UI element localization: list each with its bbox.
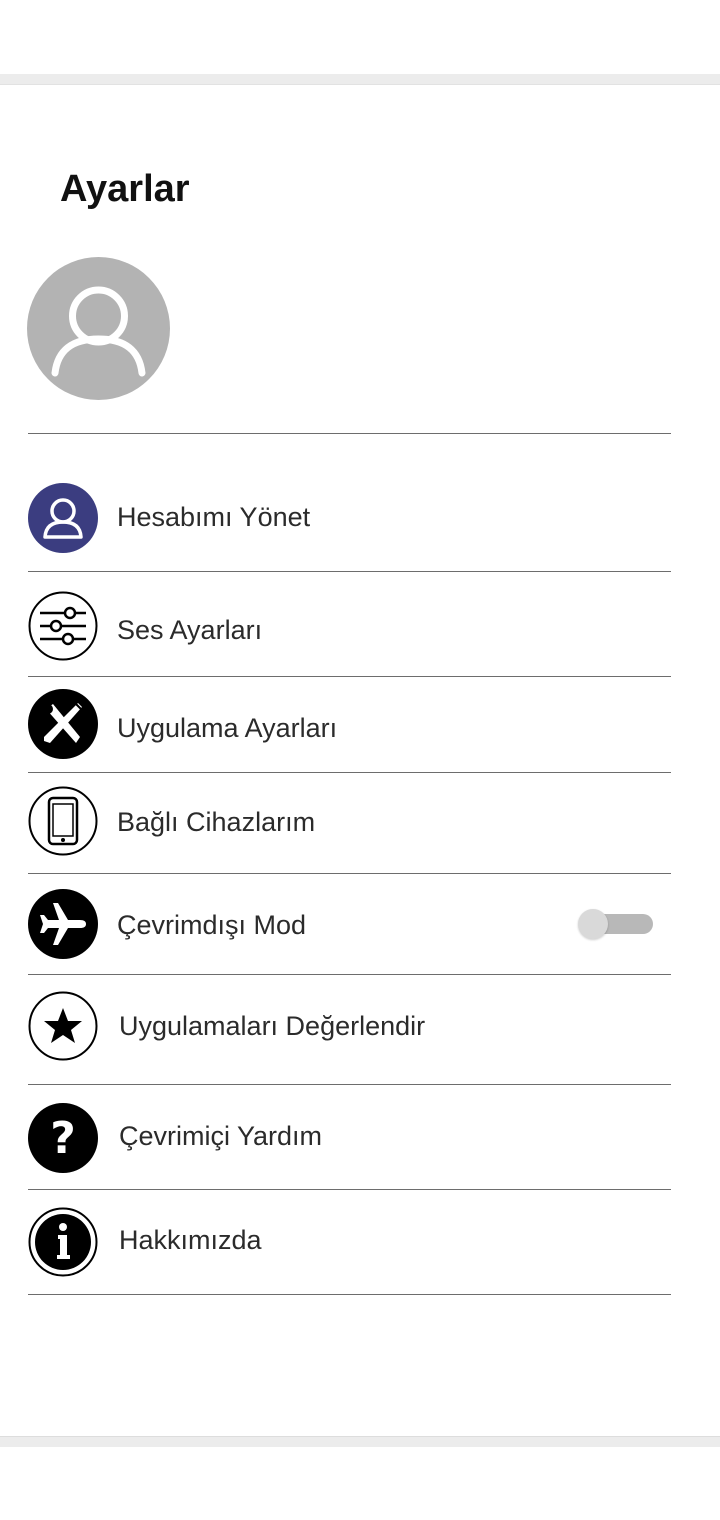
menu-item-rate-apps[interactable]: Uygulamaları Değerlendir xyxy=(28,991,671,1061)
menu-divider xyxy=(28,676,671,677)
svg-text:?: ? xyxy=(50,1113,76,1164)
menu-item-label: Uygulama Ayarları xyxy=(117,713,338,743)
airplane-icon xyxy=(28,889,98,959)
star-icon xyxy=(28,991,98,1061)
menu-item-label: Uygulamaları Değerlendir xyxy=(119,1011,426,1041)
status-area xyxy=(0,0,720,74)
menu-divider xyxy=(28,571,671,572)
menu-item-about[interactable]: Hakkımızda xyxy=(28,1207,671,1277)
menu-item-label: Hesabımı Yönet xyxy=(117,502,311,532)
user-icon xyxy=(28,483,98,553)
phone-icon xyxy=(28,786,98,856)
question-icon: ? xyxy=(28,1103,98,1173)
profile-avatar[interactable] xyxy=(27,257,170,400)
menu-item-connected-devices[interactable]: Bağlı Cihazlarım xyxy=(28,786,671,856)
page-title: Ayarlar xyxy=(60,168,190,210)
toggle-knob xyxy=(578,909,608,939)
tools-icon xyxy=(28,689,98,759)
menu-item-label: Ses Ayarları xyxy=(117,615,263,645)
menu-divider xyxy=(28,1294,671,1295)
menu-divider xyxy=(28,873,671,874)
user-avatar-icon xyxy=(51,286,146,377)
menu-divider xyxy=(28,974,671,975)
profile-divider xyxy=(28,433,671,434)
bottom-separator xyxy=(0,1436,720,1447)
menu-item-label: Çevrimiçi Yardım xyxy=(119,1121,323,1151)
menu-divider xyxy=(28,1084,671,1085)
offline-mode-toggle[interactable] xyxy=(578,909,653,939)
sliders-icon xyxy=(28,591,98,661)
info-icon xyxy=(28,1207,98,1277)
menu-divider xyxy=(28,1189,671,1190)
menu-item-offline-mode[interactable]: Çevrimdışı Mod xyxy=(28,889,671,959)
menu-item-label: Çevrimdışı Mod xyxy=(117,910,307,940)
menu-item-label: Bağlı Cihazlarım xyxy=(117,807,316,837)
menu-divider xyxy=(28,772,671,773)
menu-item-manage-account[interactable]: Hesabımı Yönet xyxy=(28,483,671,553)
menu-item-label: Hakkımızda xyxy=(119,1225,262,1255)
menu-item-app-settings[interactable]: Uygulama Ayarları xyxy=(28,689,671,759)
menu-item-sound-settings[interactable]: Ses Ayarları xyxy=(28,591,671,661)
top-separator xyxy=(0,74,720,85)
menu-item-online-help[interactable]: ? Çevrimiçi Yardım xyxy=(28,1103,671,1173)
bottom-area xyxy=(0,1447,720,1520)
